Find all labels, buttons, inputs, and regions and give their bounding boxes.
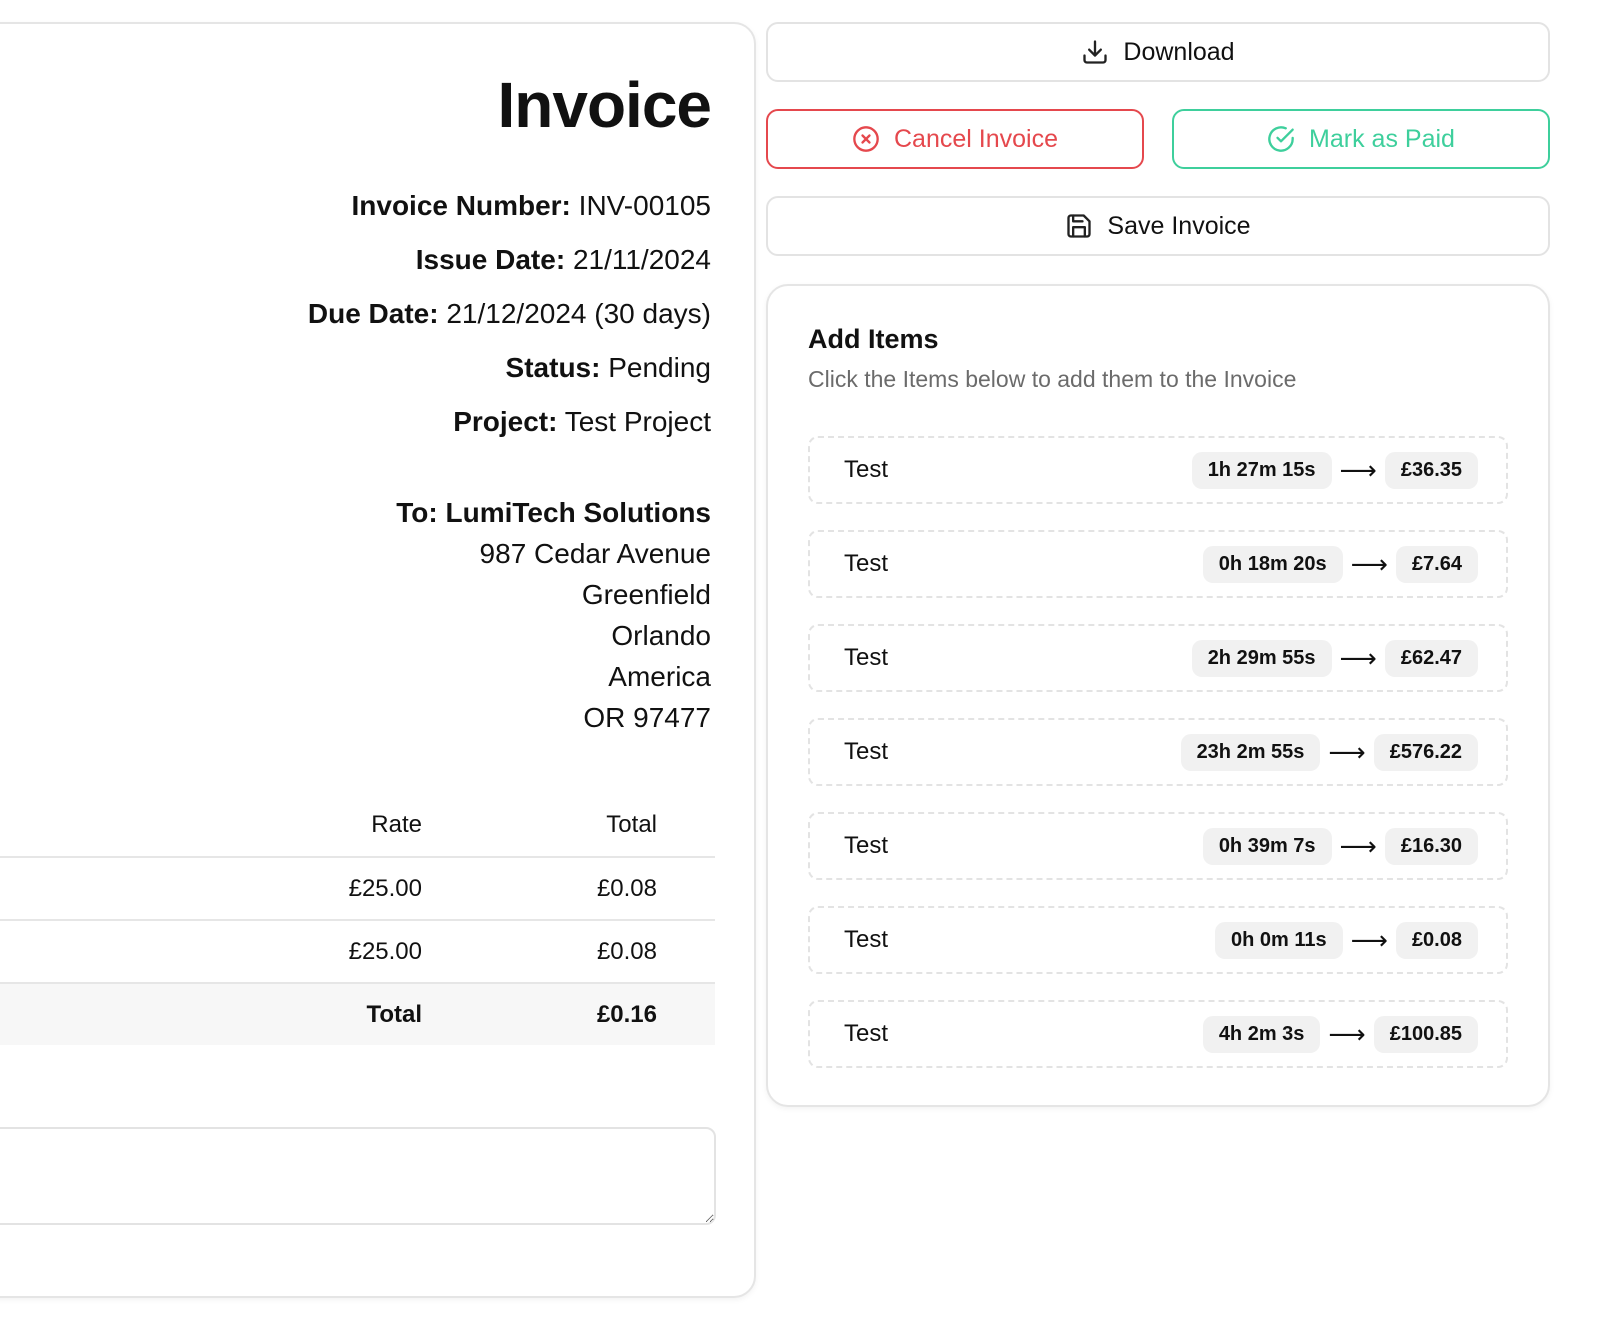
mark-as-paid-button[interactable]: Mark as Paid — [1172, 109, 1550, 169]
item-name: Test — [844, 926, 889, 953]
x-circle-icon — [853, 126, 879, 152]
item-name: Test — [844, 644, 889, 671]
arrow-right-icon: ⟶ — [1339, 643, 1377, 673]
item-name: Test — [844, 738, 889, 765]
amount-badge: £7.64 — [1395, 545, 1478, 583]
address-line: Greenfield — [581, 579, 711, 610]
cancel-invoice-button[interactable]: Cancel Invoice — [766, 109, 1144, 169]
due-date-label: Due Date: — [307, 298, 439, 329]
project: Project: Test Project — [453, 406, 711, 438]
status-label: Status: — [505, 352, 601, 383]
duration-badge: 2h 29m 55s — [1191, 639, 1332, 677]
duration-badge: 1h 27m 15s — [1191, 451, 1332, 489]
amount-badge: £0.08 — [1395, 921, 1478, 959]
list-item[interactable]: Test 0h 39m 7s ⟶ £16.30 — [808, 812, 1508, 880]
add-items-subtitle: Click the Items below to add them to the… — [808, 366, 1297, 392]
arrow-right-icon: ⟶ — [1339, 455, 1377, 485]
download-button[interactable]: Download — [766, 22, 1550, 82]
check-circle-icon — [1268, 126, 1294, 152]
due-date-value: 21/12/2024 (30 days) — [446, 298, 711, 329]
list-item[interactable]: Test 4h 2m 3s ⟶ £100.85 — [808, 1000, 1508, 1068]
rate-cell: £25.00 — [2, 856, 422, 920]
add-items-card: Add Items Click the Items below to add t… — [766, 284, 1550, 1107]
notes-textarea[interactable] — [0, 1127, 716, 1225]
item-list: Test 1h 27m 15s ⟶ £36.35 Test 0h 18m 20s… — [808, 436, 1508, 1094]
cancel-invoice-label: Cancel Invoice — [894, 124, 1058, 153]
status-value: Pending — [608, 352, 711, 383]
amount-badge: £100.85 — [1373, 1015, 1478, 1053]
item-summary: 23h 2m 55s ⟶ £576.22 — [1180, 733, 1478, 771]
list-item[interactable]: Test 1h 27m 15s ⟶ £36.35 — [808, 436, 1508, 504]
total-row: Total £0.16 — [0, 982, 715, 1045]
list-item[interactable]: Test 0h 18m 20s ⟶ £7.64 — [808, 530, 1508, 598]
invoice-card: Invoice Invoice Number: INV-00105 Issue … — [0, 22, 756, 1298]
table-header-row: Rate Total — [0, 794, 715, 857]
rate-cell: £25.00 — [2, 919, 422, 983]
item-summary: 2h 29m 55s ⟶ £62.47 — [1191, 639, 1478, 677]
item-name: Test — [844, 550, 889, 577]
item-summary: 1h 27m 15s ⟶ £36.35 — [1191, 451, 1478, 489]
item-name: Test — [844, 832, 889, 859]
total-cell: £0.08 — [422, 919, 715, 983]
status: Status: Pending — [506, 352, 711, 384]
project-label: Project: — [453, 406, 558, 437]
invoice-number-value: INV-00105 — [578, 190, 711, 221]
save-invoice-label: Save Invoice — [1107, 211, 1251, 240]
total-row-value: £0.16 — [422, 982, 715, 1045]
item-summary: 0h 39m 7s ⟶ £16.30 — [1202, 827, 1478, 865]
duration-badge: 0h 39m 7s — [1202, 827, 1332, 865]
project-value: Test Project — [564, 406, 711, 437]
item-summary: 0h 0m 11s ⟶ £0.08 — [1215, 921, 1478, 959]
list-item[interactable]: Test 0h 0m 11s ⟶ £0.08 — [808, 906, 1508, 974]
duration-badge: 4h 2m 3s — [1202, 1015, 1321, 1053]
table-row: £25.00 £0.08 — [0, 919, 715, 983]
amount-badge: £62.47 — [1384, 639, 1478, 677]
item-name: Test — [844, 1020, 889, 1047]
save-icon — [1067, 214, 1092, 238]
download-label: Download — [1123, 37, 1235, 66]
line-items-table: Rate Total £25.00 £0.08 £25.00 £0.08 Tot… — [0, 794, 715, 1045]
address-line: 987 Cedar Avenue — [479, 538, 711, 569]
issue-date: Issue Date: 21/11/2024 — [416, 244, 711, 276]
arrow-right-icon: ⟶ — [1328, 1019, 1366, 1049]
arrow-right-icon: ⟶ — [1350, 925, 1388, 955]
add-items-title: Add Items — [808, 324, 939, 354]
invoice-number-label: Invoice Number: — [351, 190, 571, 221]
total-row-label: Total — [2, 982, 422, 1045]
duration-badge: 23h 2m 55s — [1180, 733, 1321, 771]
duration-badge: 0h 0m 11s — [1215, 921, 1343, 959]
amount-badge: £16.30 — [1384, 827, 1478, 865]
item-summary: 4h 2m 3s ⟶ £100.85 — [1202, 1015, 1478, 1053]
arrow-right-icon: ⟶ — [1339, 831, 1377, 861]
issue-date-label: Issue Date: — [415, 244, 566, 275]
address-line: OR 97477 — [583, 702, 711, 733]
list-item[interactable]: Test 23h 2m 55s ⟶ £576.22 — [808, 718, 1508, 786]
total-header: Total — [606, 811, 657, 838]
mark-as-paid-label: Mark as Paid — [1309, 124, 1455, 153]
table-row: £25.00 £0.08 — [0, 856, 715, 920]
address-line: Orlando — [611, 620, 711, 651]
amount-badge: £576.22 — [1373, 733, 1478, 771]
list-item[interactable]: Test 2h 29m 55s ⟶ £62.47 — [808, 624, 1508, 692]
save-invoice-button[interactable]: Save Invoice — [766, 196, 1550, 256]
invoice-title: Invoice — [497, 69, 712, 141]
duration-badge: 0h 18m 20s — [1202, 545, 1343, 583]
download-icon — [1083, 40, 1108, 64]
amount-badge: £36.35 — [1384, 451, 1478, 489]
due-date: Due Date: 21/12/2024 (30 days) — [308, 298, 711, 330]
billing-address: To: LumiTech Solutions 987 Cedar Avenue … — [396, 492, 711, 738]
bill-to: To: LumiTech Solutions — [396, 497, 711, 528]
total-cell: £0.08 — [422, 856, 715, 920]
invoice-number: Invoice Number: INV-00105 — [352, 190, 712, 222]
address-line: America — [608, 661, 711, 692]
rate-header: Rate — [371, 811, 422, 838]
arrow-right-icon: ⟶ — [1328, 737, 1366, 767]
item-name: Test — [844, 456, 889, 483]
arrow-right-icon: ⟶ — [1350, 549, 1388, 579]
issue-date-value: 21/11/2024 — [572, 244, 711, 275]
item-summary: 0h 18m 20s ⟶ £7.64 — [1202, 545, 1478, 583]
